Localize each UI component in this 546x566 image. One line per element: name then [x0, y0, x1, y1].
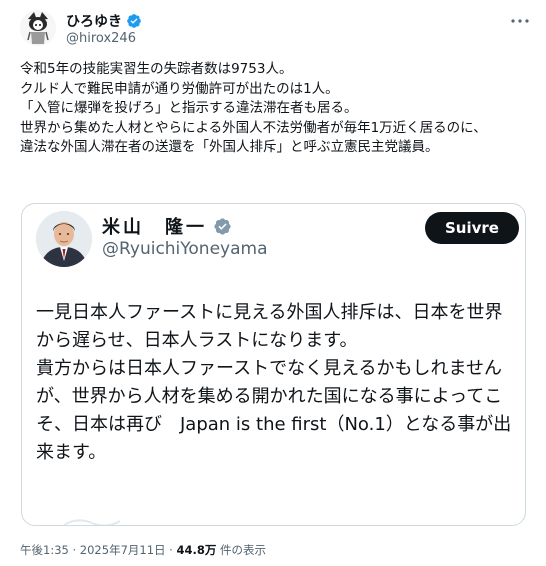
- tweet-time[interactable]: 午後1:35: [20, 543, 69, 557]
- cartoon-avatar-icon: [20, 10, 56, 46]
- views-count: 44.8万: [176, 543, 217, 557]
- quoted-author-avatar[interactable]: [36, 211, 92, 267]
- author-display-name[interactable]: ひろゆき: [66, 11, 122, 31]
- profile-photo: [36, 211, 92, 267]
- more-options-button[interactable]: [508, 12, 532, 30]
- tweet-meta: 午後1:35 · 2025年7月11日 · 44.8万 件の表示: [20, 542, 266, 558]
- quoted-author-name-row[interactable]: 米山 隆一: [102, 213, 232, 239]
- quoted-author-handle[interactable]: @RyuichiYoneyama: [102, 239, 268, 259]
- quoted-tweet-card[interactable]: 米山 隆一 @RyuichiYoneyama Suivre 一見日本人ファースト…: [21, 203, 526, 526]
- faded-content-icon: [63, 519, 121, 525]
- quoted-author-display-name[interactable]: 米山 隆一: [102, 213, 207, 239]
- meta-separator: ·: [72, 543, 77, 557]
- quoted-tweet-text: 一見日本人ファーストに見える外国人排斥は、日本を世界から遅らせ、日本人ラストにな…: [36, 302, 512, 463]
- verified-badge-icon: [127, 14, 141, 28]
- views-label: 件の表示: [220, 543, 267, 557]
- tweet-text: 令和5年の技能実習生の失踪者数は9753人。 クルド人で難民申請が通り労働許可が…: [20, 61, 487, 156]
- author-name-row[interactable]: ひろゆき: [66, 11, 142, 31]
- more-dots-icon: [511, 19, 529, 23]
- tweet-header: ひろゆき @hirox246: [0, 0, 546, 56]
- faded-content-edge: [62, 512, 122, 525]
- meta-separator-2: ·: [169, 543, 173, 557]
- follow-button[interactable]: Suivre: [425, 212, 519, 244]
- author-handle[interactable]: @hirox246: [66, 31, 136, 46]
- government-verified-badge-icon: [214, 217, 231, 235]
- tweet-date[interactable]: 2025年7月11日: [80, 543, 166, 557]
- author-avatar[interactable]: [20, 10, 56, 46]
